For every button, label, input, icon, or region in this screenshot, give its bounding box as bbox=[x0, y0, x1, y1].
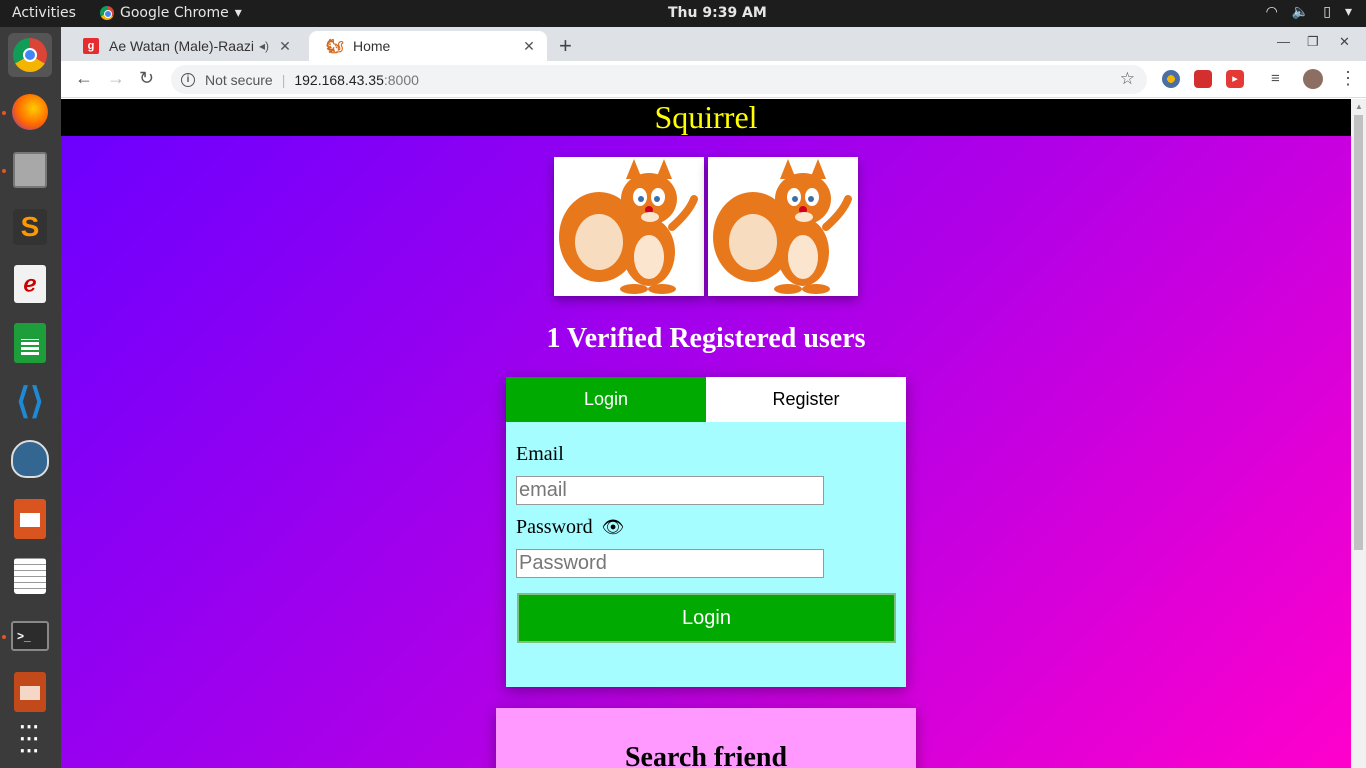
dock-chrome[interactable] bbox=[8, 33, 52, 77]
web-page: Squirrel 1 Verified Registered users Log… bbox=[61, 99, 1351, 768]
file-cabinet-icon bbox=[13, 152, 47, 188]
squirrel-image bbox=[554, 157, 704, 296]
dock-document-viewer[interactable]: ℯ bbox=[8, 262, 52, 306]
back-icon[interactable]: ← bbox=[75, 68, 93, 89]
close-tab-icon[interactable]: ✕ bbox=[521, 38, 537, 55]
squirrel-image bbox=[708, 157, 858, 296]
dock-calc[interactable] bbox=[8, 321, 52, 365]
vscode-icon: ⟨⟩ bbox=[15, 380, 45, 421]
activities-button[interactable]: Activities bbox=[12, 5, 76, 21]
presentation-icon bbox=[14, 499, 46, 539]
wifi-icon: ◠ bbox=[1265, 4, 1278, 20]
scroll-up-icon[interactable]: ▲ bbox=[1355, 102, 1363, 111]
tab-music[interactable]: g Ae Watan (Male)-Raazi ◂) ✕ bbox=[65, 31, 303, 61]
new-tab-button[interactable]: + bbox=[559, 33, 572, 59]
minimize-icon[interactable]: — bbox=[1277, 34, 1290, 49]
password-label: Password 👁 bbox=[516, 516, 625, 539]
address-bar[interactable]: i Not secure | 192.168.43.35:8000 ☆ bbox=[171, 65, 1147, 94]
url-host: 192.168.43.35 bbox=[294, 71, 384, 88]
app-menu-label: Google Chrome bbox=[120, 5, 229, 21]
dock-terminal[interactable]: >_ bbox=[8, 614, 52, 658]
search-friend-title: Search friend bbox=[624, 742, 788, 768]
dock-impress[interactable] bbox=[8, 497, 52, 541]
password-label-text: Password bbox=[516, 516, 593, 538]
reload-icon[interactable]: ↻ bbox=[139, 68, 154, 89]
password-field[interactable] bbox=[516, 549, 824, 578]
chevron-down-icon: ▾ bbox=[1344, 4, 1352, 20]
chrome-icon bbox=[13, 38, 47, 72]
clock[interactable]: Thu 9:39 AM bbox=[668, 5, 767, 21]
tab-home[interactable]: 🐿 Home ✕ bbox=[309, 31, 547, 61]
tab-title: Home bbox=[353, 38, 391, 54]
tab-register[interactable]: Register bbox=[706, 377, 906, 422]
registered-users-count: 1 Verified Registered users bbox=[546, 323, 866, 354]
dock-firefox[interactable] bbox=[8, 90, 52, 134]
auth-card: Login Register Email Password 👁 Login bbox=[506, 377, 906, 687]
volume-icon: 🔈 bbox=[1291, 4, 1310, 20]
chrome-icon bbox=[100, 6, 114, 20]
email-field[interactable] bbox=[516, 476, 824, 505]
tab-login[interactable]: Login bbox=[506, 377, 706, 422]
firefox-icon bbox=[12, 94, 48, 130]
squirrel-icon: 🐿 bbox=[326, 37, 344, 54]
menu-kebab-icon[interactable]: ⋮ bbox=[1339, 68, 1357, 89]
notepad-icon bbox=[14, 558, 46, 594]
site-title: Squirrel bbox=[654, 99, 758, 135]
profile-avatar[interactable] bbox=[1303, 69, 1323, 89]
url-port: :8000 bbox=[383, 71, 419, 88]
extension-play-icon[interactable]: ▸ bbox=[1226, 70, 1244, 88]
running-indicator bbox=[2, 169, 6, 173]
dock: S ℯ ⟨⟩ >_ ⋯ ⋯ ⋯ bbox=[0, 27, 61, 768]
bookmark-star-icon[interactable]: ☆ bbox=[1120, 69, 1135, 89]
dock-pgadmin[interactable] bbox=[8, 437, 52, 481]
running-indicator bbox=[2, 111, 6, 115]
close-window-icon[interactable]: ✕ bbox=[1339, 34, 1350, 50]
dock-text-editor[interactable] bbox=[8, 554, 52, 598]
auth-tabs: Login Register bbox=[506, 377, 906, 422]
extension-bookmark-icon[interactable] bbox=[1194, 70, 1212, 88]
dock-files[interactable] bbox=[8, 148, 52, 192]
browser-window: g Ae Watan (Male)-Raazi ◂) ✕ 🐿 Home ✕ + … bbox=[61, 27, 1366, 768]
tab-strip: g Ae Watan (Male)-Raazi ◂) ✕ 🐿 Home ✕ + … bbox=[61, 27, 1366, 61]
show-applications-button[interactable]: ⋯ ⋯ ⋯ bbox=[8, 717, 52, 761]
dock-impress-2[interactable] bbox=[8, 670, 52, 714]
gaana-icon: g bbox=[83, 38, 99, 54]
app-menu[interactable]: Google Chrome ▾ bbox=[100, 5, 242, 21]
audio-playing-icon[interactable]: ◂) bbox=[259, 39, 269, 53]
extension-owl-icon[interactable] bbox=[1162, 70, 1180, 88]
eye-icon[interactable]: 👁 bbox=[602, 517, 625, 537]
close-tab-icon[interactable]: ✕ bbox=[277, 38, 293, 55]
scrollbar-thumb[interactable] bbox=[1354, 115, 1363, 550]
site-header: Squirrel bbox=[61, 99, 1351, 136]
running-indicator bbox=[2, 635, 6, 639]
terminal-icon: >_ bbox=[11, 621, 49, 651]
divider: | bbox=[281, 71, 286, 88]
forward-icon[interactable]: → bbox=[107, 68, 125, 89]
grid-icon: ⋯ ⋯ ⋯ bbox=[19, 716, 41, 762]
system-top-bar: Activities Google Chrome ▾ Thu 9:39 AM ◠… bbox=[0, 0, 1366, 27]
info-icon[interactable]: i bbox=[181, 72, 195, 87]
presentation-icon bbox=[14, 672, 46, 712]
tab-title: Ae Watan (Male)-Raazi bbox=[109, 38, 254, 54]
dock-vscode[interactable]: ⟨⟩ bbox=[8, 379, 52, 423]
elephant-icon bbox=[11, 440, 49, 478]
page-scrollbar[interactable]: ▲ bbox=[1351, 99, 1366, 768]
security-label: Not secure bbox=[205, 71, 273, 88]
dock-sublime[interactable]: S bbox=[8, 205, 52, 249]
login-button[interactable]: Login bbox=[517, 593, 896, 643]
browser-toolbar: ← → ↻ i Not secure | 192.168.43.35:8000 … bbox=[61, 61, 1366, 98]
spreadsheet-icon bbox=[14, 323, 46, 363]
restore-icon[interactable]: ❐ bbox=[1307, 34, 1319, 50]
search-friend-card: Search friend bbox=[496, 708, 916, 768]
email-label: Email bbox=[516, 443, 564, 465]
media-queue-icon[interactable]: ≡ bbox=[1271, 70, 1280, 87]
sublime-text-icon: S bbox=[13, 209, 47, 245]
system-tray[interactable]: ◠ 🔈 ▯ ▾ bbox=[1266, 4, 1352, 20]
battery-icon: ▯ bbox=[1323, 4, 1331, 20]
document-viewer-icon: ℯ bbox=[14, 265, 46, 303]
chevron-down-icon: ▾ bbox=[234, 5, 242, 21]
